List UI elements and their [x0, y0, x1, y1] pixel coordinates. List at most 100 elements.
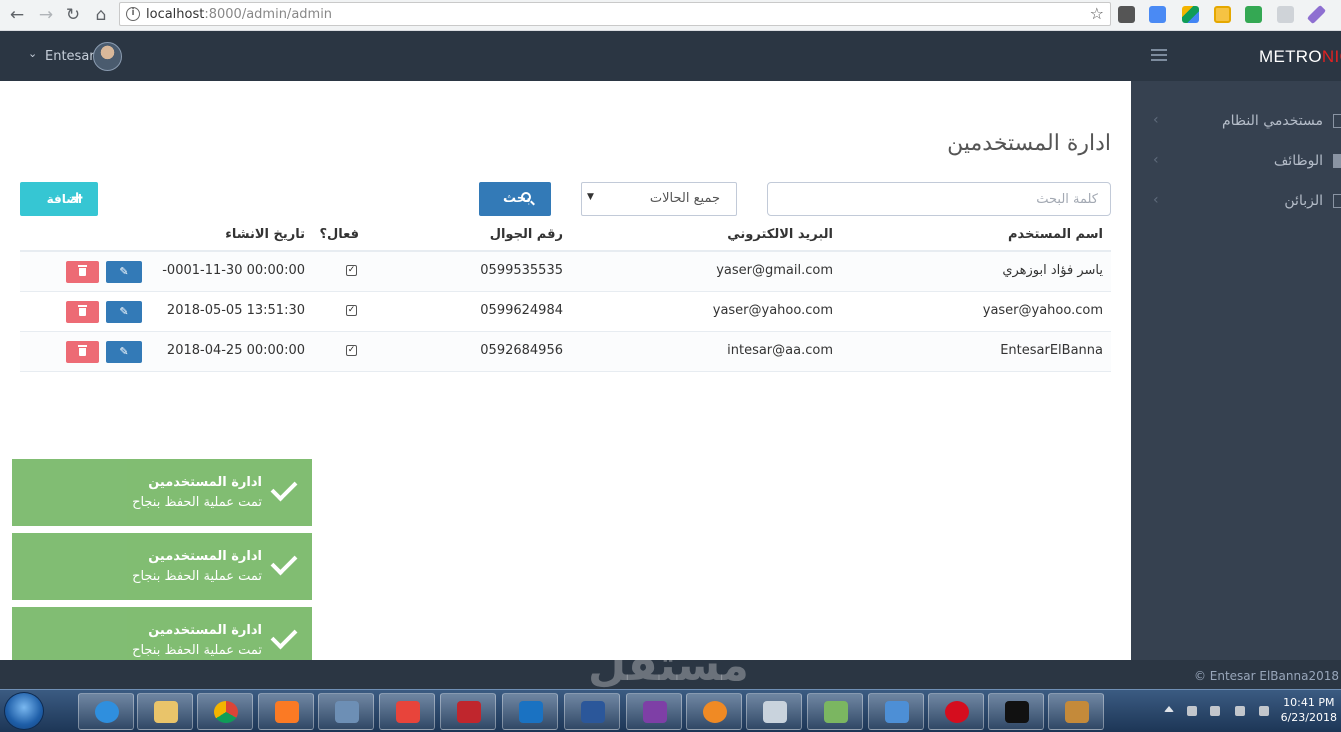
home-icon[interactable]: ⌂: [90, 4, 112, 26]
delete-button[interactable]: [66, 301, 99, 323]
cell-email: intesar@aa.com: [727, 343, 833, 358]
toast-notification[interactable]: ادارة المستخدمين تمت عملية الحفظ بنجاح: [12, 533, 312, 600]
cell-name: ياسر فؤاد ابوزهري: [1002, 263, 1103, 278]
toast-title: ادارة المستخدمين: [148, 475, 262, 490]
extension-icon[interactable]: [1277, 6, 1294, 23]
taskbar-app-cmd[interactable]: [988, 693, 1044, 730]
taskbar-app-brackets[interactable]: [502, 693, 558, 730]
sidebar-item-label: مستخدمي النظام: [1221, 113, 1323, 129]
toast-message: تمت عملية الحفظ بنجاح: [132, 495, 262, 510]
table-row: EntesarElBanna intesar@aa.com 0592684956…: [20, 332, 1111, 372]
edit-button[interactable]: ✎: [106, 341, 142, 363]
chevron-left-icon: ‹: [1153, 192, 1159, 208]
taskbar-app-video[interactable]: [626, 693, 682, 730]
taskbar-app-network[interactable]: [868, 693, 924, 730]
logo: METRONIC: [1259, 47, 1341, 66]
battery-icon[interactable]: [1210, 706, 1220, 716]
drive-icon[interactable]: [1182, 6, 1199, 23]
terminal-icon: [1005, 701, 1029, 723]
toast-title: ادارة المستخدمين: [148, 623, 262, 638]
edit-button[interactable]: ✎: [106, 301, 142, 323]
cell-phone: 0592684956: [480, 343, 563, 358]
toast-message: تمت عملية الحفظ بنجاح: [132, 643, 262, 658]
taskbar-app-word[interactable]: [564, 693, 620, 730]
scissors-icon: [763, 701, 787, 723]
acrobat-icon: [457, 701, 481, 723]
page-title: ادارة المستخدمين: [947, 131, 1111, 156]
keep-icon[interactable]: [1214, 6, 1231, 23]
start-button[interactable]: [4, 692, 44, 730]
toast-notification[interactable]: ادارة المستخدمين تمت عملية الحفظ بنجاح: [12, 459, 312, 526]
header-email[interactable]: البريد الالكتروني: [727, 227, 833, 242]
tray-clock[interactable]: 10:41 PM 6/23/2018: [1281, 695, 1337, 725]
extension-icon[interactable]: [1118, 6, 1135, 23]
jcreator-icon: [335, 701, 359, 723]
taskbar-app-xampp[interactable]: [258, 693, 314, 730]
delete-button[interactable]: [66, 341, 99, 363]
add-button[interactable]: اضافة +: [20, 182, 98, 216]
search-icon: [521, 192, 531, 202]
header-phone[interactable]: رقم الجوال: [490, 227, 563, 242]
address-bar[interactable]: i localhost:8000/admin/admin ☆: [119, 2, 1111, 26]
xampp-icon: [275, 701, 299, 723]
header-created[interactable]: تاريخ الانشاء: [225, 227, 305, 242]
plus-icon: +: [70, 188, 85, 208]
info-icon[interactable]: i: [126, 7, 140, 21]
active-checkbox[interactable]: ✓: [346, 345, 357, 356]
chrome-icon: [214, 701, 238, 723]
cell-email: yaser@gmail.com: [716, 263, 833, 278]
search-input[interactable]: [767, 182, 1111, 216]
avatar[interactable]: [93, 42, 122, 71]
taskbar-app-media[interactable]: [1048, 693, 1104, 730]
active-checkbox[interactable]: ✓: [346, 265, 357, 276]
sidebar-item-label: الوظائف: [1273, 153, 1323, 169]
header-name[interactable]: اسم المستخدم: [1008, 227, 1103, 242]
cell-created: -0001-11-30 00:00:00: [162, 263, 305, 278]
monitor-icon: [1333, 194, 1341, 208]
edit-button[interactable]: ✎: [106, 261, 142, 283]
browser-toolbar: ← → ↻ ⌂ i localhost:8000/admin/admin ☆: [0, 0, 1341, 31]
os-taskbar: 10:41 PM 6/23/2018: [0, 689, 1341, 732]
bookmark-star-icon[interactable]: ☆: [1090, 4, 1104, 23]
checkmark-icon: [270, 548, 298, 576]
search-button[interactable]: بحث: [479, 182, 551, 216]
status-select-value: جميع الحالات: [649, 191, 720, 206]
taskbar-app-pdf[interactable]: [440, 693, 496, 730]
delete-button[interactable]: [66, 261, 99, 283]
translate-icon[interactable]: [1149, 6, 1166, 23]
extension-icon[interactable]: [1245, 6, 1262, 23]
taskbar-app-opera[interactable]: [928, 693, 984, 730]
volume-icon[interactable]: [1259, 706, 1269, 716]
taskbar-app-jc[interactable]: [318, 693, 374, 730]
chevron-down-icon[interactable]: ⌄: [28, 47, 37, 60]
taskbar-app-chrome[interactable]: [197, 693, 253, 730]
user-name[interactable]: Entesar: [45, 49, 95, 64]
reload-icon[interactable]: ↻: [62, 4, 84, 26]
taskbar-app-explorer[interactable]: [137, 693, 193, 730]
sidebar-item-jobs[interactable]: ‹ الوظائف: [1131, 141, 1341, 181]
taskbar-app-notepad[interactable]: [807, 693, 863, 730]
menu-toggle-icon[interactable]: [1151, 49, 1167, 61]
forward-arrow-icon[interactable]: →: [35, 4, 57, 26]
header-active[interactable]: فعال؟: [319, 227, 359, 242]
taskbar-app-recorder[interactable]: [379, 693, 435, 730]
cell-email: yaser@yahoo.com: [712, 303, 833, 318]
tray-arrow-icon[interactable]: [1164, 706, 1174, 712]
word-icon: [581, 701, 605, 723]
pen-icon[interactable]: [1306, 4, 1327, 25]
status-select[interactable]: جميع الحالات ▼: [581, 182, 737, 216]
active-checkbox[interactable]: ✓: [346, 305, 357, 316]
flag-icon[interactable]: [1187, 706, 1197, 716]
opera-icon: [945, 701, 969, 723]
toast-message: تمت عملية الحفظ بنجاح: [132, 569, 262, 584]
tool-icon: [703, 701, 727, 723]
taskbar-app-paint[interactable]: [746, 693, 802, 730]
notepad-icon: [824, 701, 848, 723]
sidebar-item-customers[interactable]: ‹ الزبائن: [1131, 181, 1341, 221]
recorder-icon: [396, 701, 420, 723]
signal-icon[interactable]: [1235, 706, 1245, 716]
taskbar-app-ie[interactable]: [78, 693, 134, 730]
back-arrow-icon[interactable]: ←: [6, 4, 28, 26]
taskbar-app-tool[interactable]: [686, 693, 742, 730]
sidebar-item-system-users[interactable]: ‹ مستخدمي النظام: [1131, 101, 1341, 141]
